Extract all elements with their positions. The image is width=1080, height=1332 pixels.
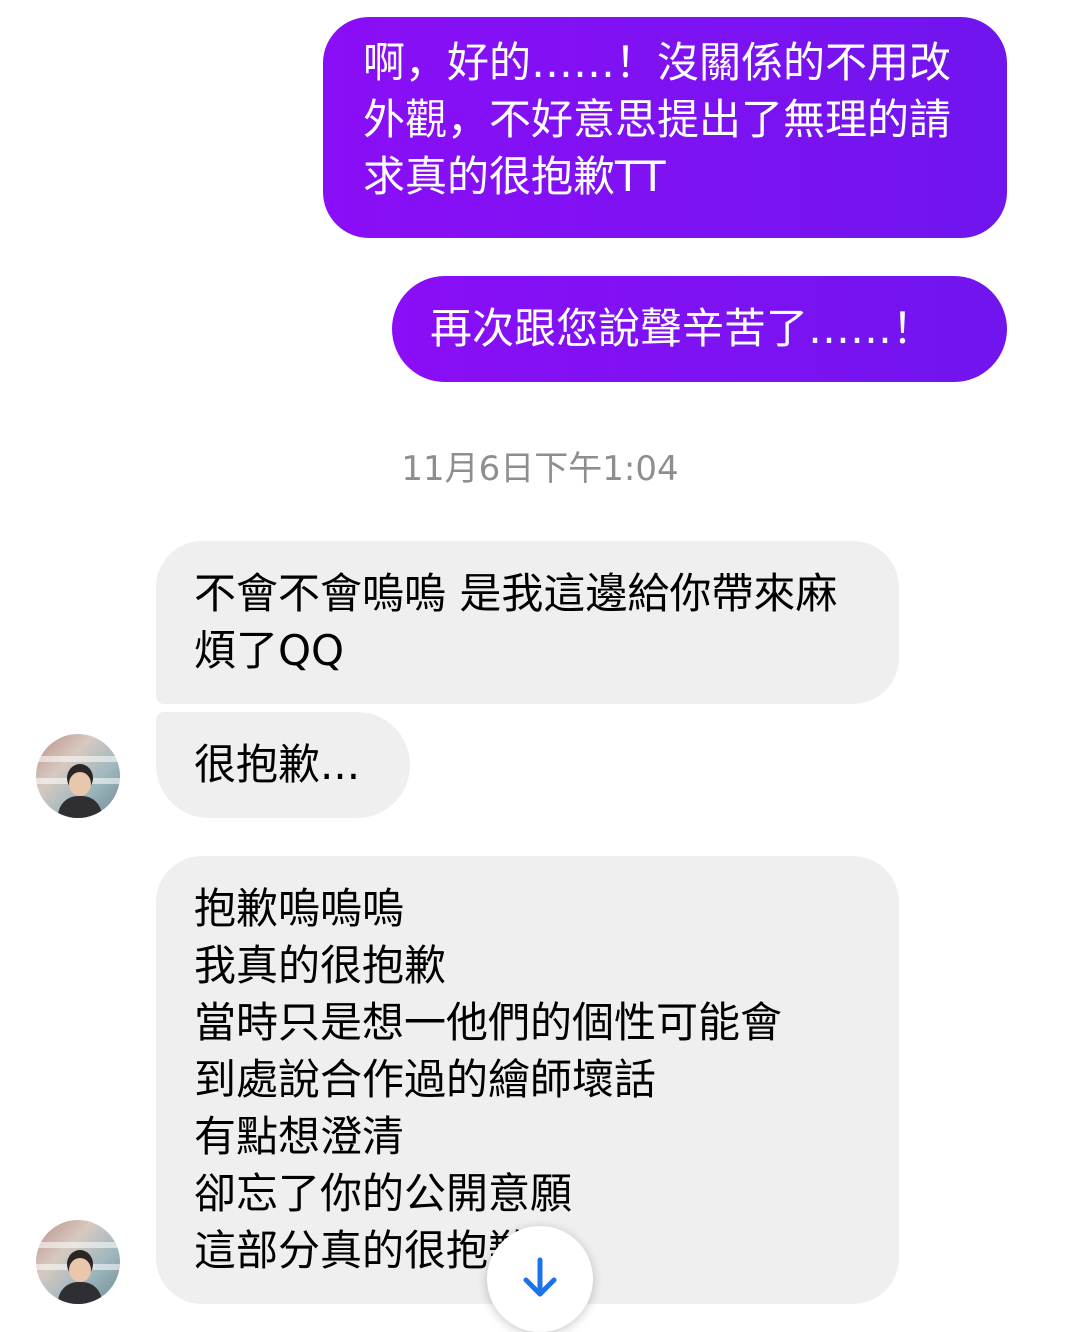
message-timestamp: 11月6日下午1:04 bbox=[401, 449, 679, 489]
scroll-to-bottom-button[interactable] bbox=[487, 1226, 593, 1332]
avatar-background-detail bbox=[36, 756, 120, 762]
sender-avatar[interactable] bbox=[36, 1220, 120, 1304]
avatar-background-detail bbox=[36, 1242, 120, 1248]
avatar-body bbox=[58, 796, 102, 818]
avatar-head bbox=[69, 772, 91, 796]
avatar-body bbox=[58, 1282, 102, 1304]
sender-avatar[interactable] bbox=[36, 734, 120, 818]
received-message-bubble[interactable]: 不會不會嗚嗚 是我這邊給你帶來麻煩了QQ bbox=[156, 541, 899, 704]
sent-message-bubble[interactable]: 啊，好的……！沒關係的不用改外觀，不好意思提出了無理的請求真的很抱歉TT bbox=[323, 17, 1007, 238]
arrow-down-icon bbox=[523, 1257, 557, 1297]
received-message-bubble[interactable]: 很抱歉... bbox=[156, 712, 410, 818]
sent-message-bubble[interactable]: 再次跟您說聲辛苦了……！ bbox=[392, 276, 1007, 382]
avatar-head bbox=[69, 1258, 91, 1282]
